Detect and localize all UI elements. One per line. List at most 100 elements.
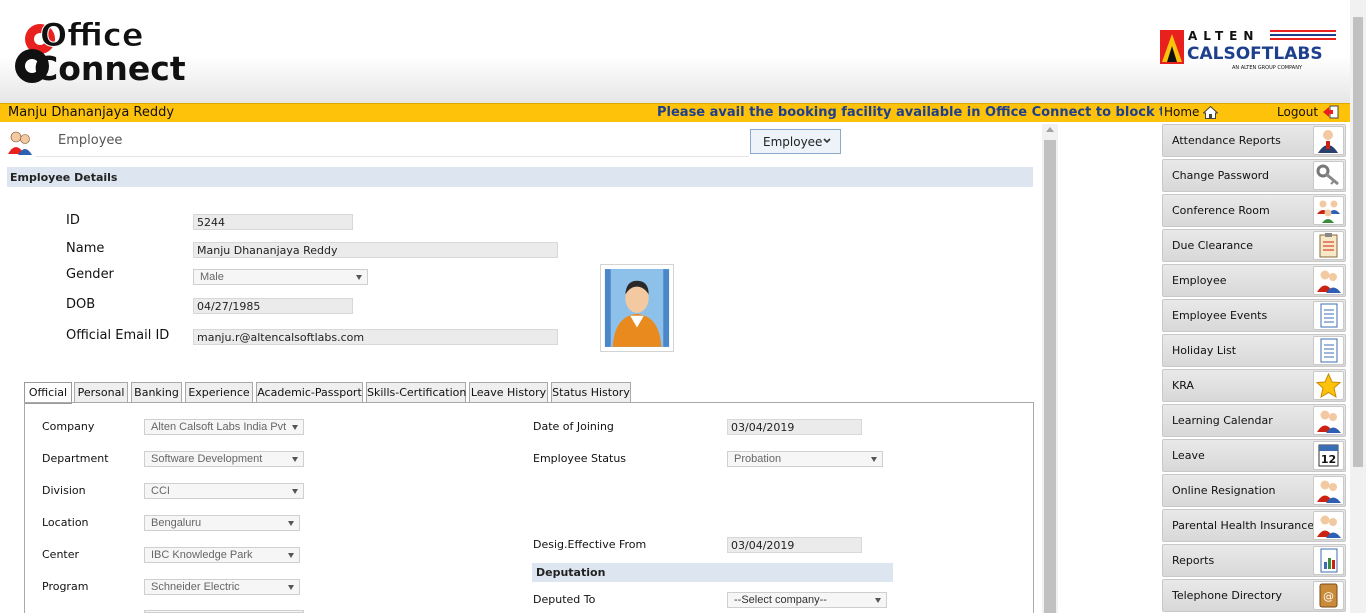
module-select-dropdown[interactable]: Employee: [750, 129, 841, 154]
employees-icon: [1313, 266, 1344, 295]
tab-experience[interactable]: Experience: [185, 382, 253, 403]
name-field[interactable]: Manju Dhananjaya Reddy: [193, 242, 558, 258]
menu-attendance-reports[interactable]: Attendance Reports: [1162, 124, 1346, 157]
scroll-up-arrow-icon[interactable]: [1046, 127, 1054, 132]
address-book-icon: @: [1313, 581, 1344, 610]
menu-label: Employee: [1172, 274, 1227, 287]
menu-label: Attendance Reports: [1172, 134, 1281, 147]
page-scrollbar[interactable]: [1350, 0, 1366, 613]
menu-label: Change Password: [1172, 169, 1269, 182]
division-label: Division: [42, 484, 86, 497]
dropdown-arrow-icon: [292, 425, 298, 430]
employee-status-value: Probation: [734, 453, 782, 465]
program-label: Program: [42, 580, 89, 593]
menu-reports[interactable]: Reports: [1162, 544, 1346, 577]
division-select[interactable]: CCI: [144, 483, 304, 499]
menu-kra[interactable]: KRA: [1162, 369, 1346, 402]
menu-telephone-directory[interactable]: Telephone Directory @: [1162, 579, 1346, 612]
tab-banking[interactable]: Banking: [131, 382, 182, 403]
dropdown-arrow-icon: [292, 489, 298, 494]
tab-personal[interactable]: Personal: [74, 382, 128, 403]
svg-text:ALTEN: ALTEN: [1188, 29, 1259, 43]
employees-icon: [1313, 511, 1344, 540]
menu-label: KRA: [1172, 379, 1194, 392]
menu-label: Parental Health Insurance: [1172, 519, 1315, 532]
tab-status-history[interactable]: Status History: [551, 382, 631, 403]
key-icon: [1313, 161, 1344, 190]
tab-official[interactable]: Official: [24, 382, 72, 404]
id-field[interactable]: 5244: [193, 214, 353, 230]
dob-label: DOB: [66, 297, 96, 312]
logged-in-user-name: Manju Dhananjaya Reddy: [8, 105, 175, 120]
menu-label: Employee Events: [1172, 309, 1268, 322]
tab-skills-certification[interactable]: Skills-Certification: [366, 382, 466, 403]
dropdown-arrow-icon: [356, 275, 362, 280]
menu-label: Holiday List: [1172, 344, 1237, 357]
menu-label: Conference Room: [1172, 204, 1270, 217]
location-select[interactable]: Bengaluru: [144, 515, 300, 531]
location-label: Location: [42, 516, 89, 529]
menu-holiday-list[interactable]: Holiday List: [1162, 334, 1346, 367]
department-select[interactable]: Software Development: [144, 451, 304, 467]
division-value: CCI: [151, 485, 170, 497]
tab-leave-history[interactable]: Leave History: [469, 382, 548, 403]
chevron-down-icon: [823, 138, 831, 144]
scrollbar-thumb[interactable]: [1044, 140, 1056, 613]
deputed-to-label: Deputed To: [533, 593, 596, 606]
divider: [36, 156, 749, 157]
menu-label: Online Resignation: [1172, 484, 1276, 497]
company-value: Alten Calsoft Labs India Pvt: [151, 421, 287, 433]
alten-calsoftlabs-logo: ALTEN CALSOFTLABS AN ALTEN GROUP COMPANY: [1160, 29, 1336, 71]
menu-label: Learning Calendar: [1172, 414, 1273, 427]
tab-academic-passport[interactable]: Academic-Passport: [256, 382, 363, 403]
content-scrollbar[interactable]: [1042, 124, 1058, 613]
chart-report-icon: [1313, 546, 1344, 575]
svg-text:Connect: Connect: [34, 49, 186, 86]
page-scrollbar-thumb[interactable]: [1353, 17, 1363, 467]
page-title: Employee: [58, 133, 123, 148]
program-select[interactable]: Schneider Electric: [144, 579, 300, 595]
status-bar: Manju Dhananjaya Reddy Please avail the …: [0, 103, 1350, 122]
dob-field[interactable]: 04/27/1985: [193, 298, 353, 314]
gender-value: Male: [200, 271, 224, 283]
menu-due-clearance[interactable]: Due Clearance: [1162, 229, 1346, 262]
menu-learning-calendar[interactable]: Learning Calendar: [1162, 404, 1346, 437]
department-label: Department: [42, 452, 109, 465]
document-icon: [1313, 336, 1344, 365]
menu-parental-health-insurance[interactable]: Parental Health Insurance: [1162, 509, 1346, 542]
module-select-value: Employee: [763, 134, 823, 149]
home-link[interactable]: Home: [1164, 105, 1219, 119]
company-select[interactable]: Alten Calsoft Labs India Pvt: [144, 419, 304, 435]
logout-label: Logout: [1277, 105, 1319, 119]
deputation-header: Deputation: [532, 563, 893, 582]
name-label: Name: [66, 241, 105, 256]
employee-page-icon: [8, 131, 32, 155]
id-label: ID: [66, 213, 80, 228]
people-group-icon: [1313, 196, 1344, 225]
center-select[interactable]: IBC Knowledge Park: [144, 547, 300, 563]
date-of-joining-field[interactable]: 03/04/2019: [727, 419, 862, 435]
menu-online-resignation[interactable]: Online Resignation: [1162, 474, 1346, 507]
menu-leave[interactable]: Leave 12: [1162, 439, 1346, 472]
office-connect-logo: Office Connect: [15, 16, 186, 86]
menu-change-password[interactable]: Change Password: [1162, 159, 1346, 192]
employee-status-select[interactable]: Probation: [727, 451, 883, 467]
employees-icon: [1313, 476, 1344, 505]
location-value: Bengaluru: [151, 517, 202, 529]
email-field[interactable]: manju.r@altencalsoftlabs.com: [193, 329, 558, 345]
deputed-to-select[interactable]: --Select company--: [727, 592, 887, 608]
employee-photo: [600, 264, 674, 352]
department-value: Software Development: [151, 453, 263, 465]
menu-conference-room[interactable]: Conference Room: [1162, 194, 1346, 227]
employees-icon: [1313, 406, 1344, 435]
company-label: Company: [42, 420, 95, 433]
dropdown-arrow-icon: [871, 457, 877, 462]
menu-employee[interactable]: Employee: [1162, 264, 1346, 297]
menu-employee-events[interactable]: Employee Events: [1162, 299, 1346, 332]
logout-link[interactable]: Logout: [1277, 105, 1340, 119]
announcement-marquee: Please avail the booking facility availa…: [640, 104, 1162, 122]
home-icon: [1203, 105, 1219, 119]
desig-effective-field[interactable]: 03/04/2019: [727, 537, 862, 553]
email-label: Official Email ID: [66, 328, 170, 343]
gender-select[interactable]: Male: [193, 269, 368, 285]
